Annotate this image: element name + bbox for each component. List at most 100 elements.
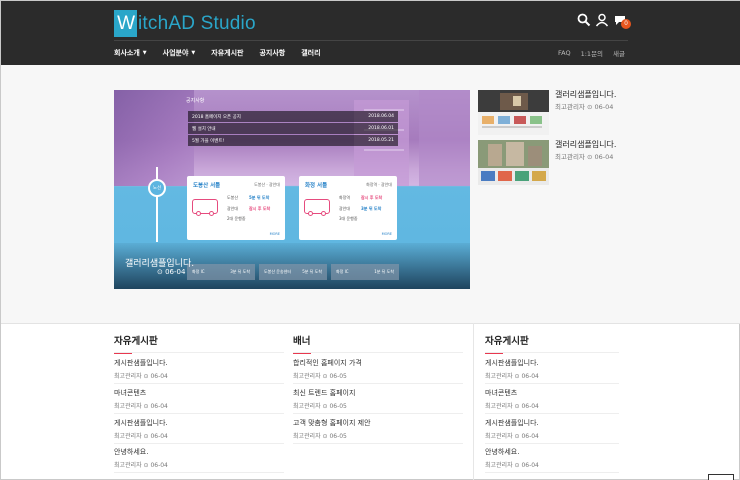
banner-section: 배너 합리적인 홈페이지 가격 최고관리자 ⊙ 06-05 최신 트렌드 홈페이지… [293, 333, 463, 444]
stop-button-eta: 5분 뒤 도착 [302, 269, 322, 274]
notice-row-date: 2018.06.04 [368, 114, 394, 119]
list-item[interactable]: 게시판샘플입니다. 최고관리자 ⊙ 06-04 [485, 418, 655, 440]
list-item-title[interactable]: 최신 트렌드 홈페이지 [293, 388, 463, 398]
shuttle-running-count: 3대 운행중 [339, 216, 358, 221]
list-item[interactable]: 안녕하세요. 최고관리자 ⊙ 06-04 [114, 447, 284, 469]
faq-link[interactable]: FAQ [558, 49, 571, 57]
list-item-title[interactable]: 안녕하세요. [114, 447, 284, 457]
bus-icon [192, 199, 218, 216]
notice-row[interactable]: 웹 설치 안내 2018.06.01 [188, 123, 398, 134]
nav-item-label: 갤러리 [301, 49, 321, 57]
list-item-meta: 최고관리자 ⊙ 06-05 [293, 433, 347, 440]
section-title[interactable]: 자유게시판 [114, 333, 284, 347]
list-item-meta: 최고관리자 ⊙ 06-04 [114, 403, 168, 410]
more-link[interactable]: MORE [382, 232, 392, 236]
more-link[interactable]: MORE [270, 232, 280, 236]
stop-button-label: 도봉산 운송센터 [264, 269, 292, 274]
stop-button-label: 화정 IC [192, 269, 205, 274]
list-item[interactable]: 마녀콘텐츠최고관리자 ⊙ 06-04 [114, 388, 284, 410]
notice-row[interactable]: 5월 가을 이벤트! 2018.05.21 [188, 135, 398, 146]
shuttle-stop-name: 광안대 [339, 206, 351, 211]
column-divider [473, 323, 474, 480]
gallery-item[interactable]: 갤러리샘플입니다. 최고관리자 ⊙ 06-04 [478, 90, 618, 136]
shuttle-running-count: 2대 운행중 [227, 216, 246, 221]
list-item-meta: 최고관리자 ⊙ 06-05 [293, 403, 347, 410]
list-item-title[interactable]: 마녀콘텐츠 [114, 388, 284, 398]
list-item-meta: 최고관리자 ⊙ 06-04 [114, 373, 168, 380]
new-posts-link[interactable]: 새글 [613, 48, 625, 58]
list-item-title[interactable]: 게시판샘플입니다. [114, 358, 284, 368]
gallery-item-meta: 최고관리자 ⊙ 06-04 [555, 103, 614, 111]
list-item-title[interactable]: 게시판샘플입니다. [485, 418, 655, 428]
notice-overlay-title: 공지사항 [186, 98, 205, 104]
scroll-top-button[interactable] [708, 474, 734, 480]
section-rule [293, 383, 463, 384]
section-rule [114, 413, 284, 414]
utility-nav: FAQ 1:1문의 새글 [548, 41, 625, 65]
list-item-title[interactable]: 고객 맞춤형 홈페이지 제안 [293, 418, 463, 428]
nav-item-gallery[interactable]: 갤러리 [301, 48, 320, 58]
gallery-item[interactable]: 갤러리샘플입니다. 최고관리자 ⊙ 06-04 [478, 140, 618, 186]
shuttle-stop-name: 화정역 [339, 195, 351, 200]
shuttle-card-route: 화정역 · 광안대 [366, 182, 392, 187]
free-board-section: 자유게시판 게시판샘플입니다. 최고관리자 ⊙ 06-04 마녀콘텐츠 최고관리자 … [485, 333, 619, 473]
list-item[interactable]: 게시판샘플입니다. 최고관리자 ⊙ 06-04 [485, 358, 655, 380]
shuttle-card-dobongsan[interactable]: 도봉산 서틀 도봉산 · 광안대 도봉산 5분 뒤 도착 광안대 잠시 후 도착… [187, 176, 285, 240]
notice-row-title: 웹 설치 안내 [192, 126, 216, 132]
list-item[interactable]: 고객 맞춤형 홈페이지 제안최고관리자 ⊙ 06-05 [293, 418, 463, 440]
free-board-section: 자유게시판 게시판샘플입니다. 최고관리자 ⊙ 06-04 마녀콘텐츠 최고관리자 … [114, 333, 284, 473]
stop-button[interactable]: 화정 IC 3분 뒤 도착 [187, 264, 255, 280]
inquiry-link[interactable]: 1:1문의 [581, 48, 603, 58]
list-item-title[interactable]: 마녀콘텐츠 [485, 388, 655, 398]
list-item[interactable]: 안녕하세요. 최고관리자 ⊙ 06-04 [485, 447, 655, 469]
stop-button[interactable]: 도봉산 운송센터 5분 뒤 도착 [259, 264, 327, 280]
nav-item-notice[interactable]: 공지사항 [259, 48, 285, 58]
site-logo[interactable]: W itchAD Studio [114, 10, 256, 37]
section-rule [114, 472, 284, 473]
section-rule [293, 413, 463, 414]
shuttle-card-title: 도봉산 서틀 [193, 183, 221, 189]
list-item-title[interactable]: 합리적인 홈페이지 가격 [293, 358, 463, 368]
main-nav: 회사소개 ▼ 사업분야 ▼ 자유게시판 공지사항 갤러리 [114, 41, 337, 65]
section-rule [485, 443, 619, 444]
logo-text: itchAD Studio [138, 12, 256, 34]
nav-item-business[interactable]: 사업분야 ▼ [163, 48, 196, 58]
section-rule [485, 383, 619, 384]
list-item[interactable]: 게시판샘플입니다. 최고관리자 ⊙ 06-04 [114, 418, 284, 440]
chevron-down-icon: ▼ [142, 50, 147, 56]
list-item[interactable]: 마녀콘텐츠 최고관리자 ⊙ 06-04 [485, 388, 655, 410]
notice-row-date: 2018.05.21 [368, 138, 394, 143]
shuttle-card-title: 화정 서틀 [305, 183, 328, 189]
user-icon[interactable] [595, 13, 609, 27]
logo-letter: W [114, 10, 137, 37]
gallery-thumbnail[interactable] [478, 140, 549, 185]
shuttle-card-hwajeong[interactable]: 화정 서틀 화정역 · 광안대 화정역 잠시 후 도착 광안대 3분 뒤 도착 … [299, 176, 397, 240]
gallery-thumbnail[interactable] [478, 90, 549, 135]
slider-building-image [114, 90, 194, 186]
nav-item-company[interactable]: 회사소개 ▼ [114, 48, 147, 58]
list-item[interactable]: 게시판샘플입니다. 최고관리자 ⊙ 06-04 [114, 358, 284, 380]
nav-item-free-board[interactable]: 자유게시판 [211, 48, 243, 58]
list-item-meta: 최고관리자 ⊙ 06-04 [485, 462, 539, 469]
list-item[interactable]: 최신 트렌드 홈페이지최고관리자 ⊙ 06-05 [293, 388, 463, 410]
section-title[interactable]: 배너 [293, 333, 463, 347]
notice-row-date: 2018.06.01 [368, 126, 394, 131]
nav-item-label: 공지사항 [259, 49, 286, 57]
gallery-item-title[interactable]: 갤러리샘플입니다. [555, 89, 616, 100]
list-item[interactable]: 합리적인 홈페이지 가격 최고관리자 ⊙ 06-05 [293, 358, 463, 380]
section-rule [485, 472, 619, 473]
list-item-title[interactable]: 안녕하세요. [485, 447, 655, 457]
shuttle-stop-name: 광안대 [227, 206, 239, 211]
shuttle-stop-eta: 잠시 후 도착 [249, 206, 271, 211]
notice-row[interactable]: 2018 홈페이지 오픈 공지 2018.06.04 [188, 111, 398, 122]
stop-button[interactable]: 화정 IC 1분 뒤 도착 [331, 264, 399, 280]
section-title[interactable]: 자유게시판 [485, 333, 619, 347]
gallery-item-title[interactable]: 갤러리샘플입니다. [555, 139, 616, 150]
shuttle-stop-eta: 5분 뒤 도착 [249, 195, 270, 200]
stop-button-label: 화정 IC [336, 269, 349, 274]
list-item-title[interactable]: 게시판샘플입니다. [485, 358, 655, 368]
nav-item-label: 회사소개 [114, 49, 140, 57]
list-item-title[interactable]: 게시판샘플입니다. [114, 418, 284, 428]
search-icon[interactable] [577, 13, 591, 27]
section-rule [485, 352, 619, 353]
